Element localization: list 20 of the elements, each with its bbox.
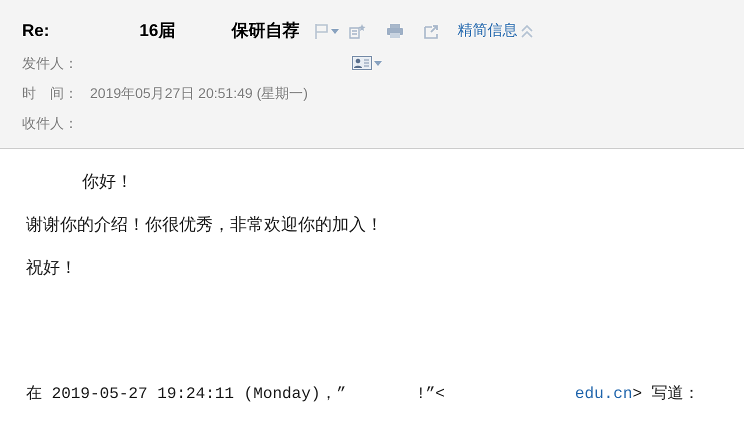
quote-text: 在 2019-05-27 19:24:11 (Monday)，”: [26, 384, 346, 405]
quote-text: !”<: [416, 384, 445, 405]
chevron-up-icon: [521, 24, 534, 38]
field-label: 收件人：: [22, 114, 79, 132]
field-label: 发件人：: [22, 54, 79, 72]
message-text: 祝好！: [26, 257, 77, 279]
message-text: 你好！: [82, 171, 133, 193]
subject-text: 16届: [139, 20, 176, 42]
flag-icon[interactable]: [315, 23, 340, 39]
contact-card-icon[interactable]: [352, 56, 382, 70]
quote-text: > 写道：: [632, 384, 700, 405]
message-text: 谢谢你的介绍！你很优秀，非常欢迎你的加入！: [26, 214, 383, 236]
toggle-details-link[interactable]: 精简信息: [457, 20, 534, 42]
field-label: 时 间：: [22, 84, 79, 102]
date-text: 2019年05月27日 20:51:49 (星期一): [90, 84, 308, 103]
subject-text: Re:: [22, 20, 50, 42]
subject-text: 保研自荐: [231, 20, 300, 42]
email-link[interactable]: edu.cn: [574, 382, 632, 406]
printer-icon[interactable]: [386, 23, 404, 39]
note-icon[interactable]: [349, 23, 368, 39]
